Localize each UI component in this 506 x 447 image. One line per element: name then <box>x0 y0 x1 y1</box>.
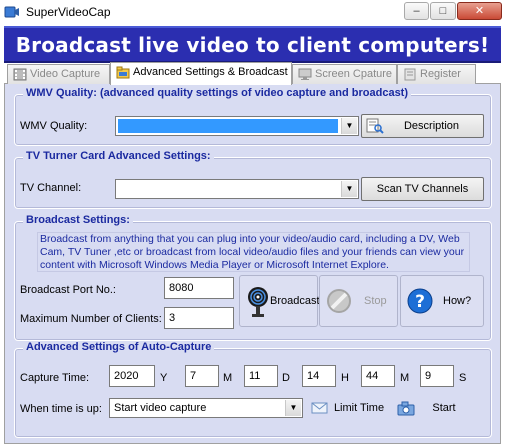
when-time-up-value: Start video capture <box>114 402 207 414</box>
hour-unit: H <box>341 372 349 384</box>
banner: Broadcast live video to client computers… <box>4 26 501 63</box>
group-legend: TV Turner Card Advanced Settings: <box>23 150 214 162</box>
tab-label: Advanced Settings & Broadcast <box>133 66 288 78</box>
help-icon: ? <box>407 288 433 314</box>
tab-register[interactable]: Register <box>397 64 476 84</box>
group-legend: WMV Quality: (advanced quality settings … <box>23 87 412 99</box>
chevron-down-icon[interactable]: ▼ <box>285 400 301 416</box>
how-button-label: How? <box>443 295 472 307</box>
window-title: SuperVideoCap <box>26 5 111 19</box>
selection-highlight <box>118 119 338 133</box>
stop-button-label: Stop <box>364 295 387 307</box>
when-time-up-label: When time is up: <box>20 403 102 415</box>
tv-channel-select[interactable]: ▼ <box>115 179 359 199</box>
tab-video-capture[interactable]: Video Capture <box>7 64 110 84</box>
auto-capture-group: Advanced Settings of Auto-Capture <box>14 341 492 438</box>
hour-input[interactable]: 14 <box>302 365 336 387</box>
monitor-icon <box>298 68 312 80</box>
scan-button-label: Scan TV Channels <box>376 183 469 195</box>
title-bar: SuperVideoCap – □ ✕ <box>0 0 506 24</box>
app-icon <box>4 6 19 18</box>
film-icon <box>13 68 27 81</box>
stop-icon <box>327 289 351 313</box>
second-input[interactable]: 9 <box>420 365 454 387</box>
when-time-up-select[interactable]: Start video capture ▼ <box>109 398 303 418</box>
description-button-label: Description <box>403 120 460 132</box>
description-button[interactable]: Description <box>361 114 484 138</box>
max-clients-input[interactable]: 3 <box>164 307 234 329</box>
tab-label: Screen Cpature <box>315 68 393 80</box>
port-input[interactable]: 8080 <box>164 277 234 299</box>
year-unit: Y <box>160 372 168 384</box>
close-button[interactable]: ✕ <box>457 2 502 20</box>
minute-unit: M <box>400 372 410 384</box>
capture-time-label: Capture Time: <box>20 372 90 384</box>
how-button[interactable]: ? How? <box>400 275 484 327</box>
broadcast-button[interactable]: Broadcast <box>239 275 320 327</box>
envelope-icon <box>311 402 328 414</box>
svg-text:?: ? <box>415 292 425 312</box>
stop-button[interactable]: Stop <box>319 275 398 327</box>
broadcast-info-text: Broadcast from anything that you can plu… <box>37 232 470 272</box>
minimize-button[interactable]: – <box>404 2 429 20</box>
register-icon <box>404 68 416 81</box>
day-input[interactable]: 11 <box>244 365 278 387</box>
camera-icon <box>397 401 415 416</box>
group-legend: Advanced Settings of Auto-Capture <box>23 341 215 353</box>
folder-icon <box>116 66 130 79</box>
magnifier-document-icon <box>366 118 384 134</box>
broadcast-antenna-icon <box>248 287 268 317</box>
day-unit: D <box>282 372 290 384</box>
tab-screen-capture[interactable]: Screen Cpature <box>292 64 397 84</box>
tab-label: Register <box>420 68 461 80</box>
start-button[interactable]: Start <box>392 396 484 420</box>
banner-text: Broadcast live video to client computers… <box>15 33 490 57</box>
chevron-down-icon[interactable]: ▼ <box>341 118 357 134</box>
scan-tv-channels-button[interactable]: Scan TV Channels <box>361 177 484 201</box>
app-window: SuperVideoCap – □ ✕ Broadcast live video… <box>0 0 506 447</box>
month-unit: M <box>223 372 233 384</box>
tab-advanced-settings[interactable]: Advanced Settings & Broadcast <box>110 62 292 85</box>
chevron-down-icon[interactable]: ▼ <box>341 181 357 197</box>
month-input[interactable]: 7 <box>185 365 219 387</box>
limit-time-label: Limit Time <box>333 402 385 414</box>
second-unit: S <box>459 372 467 384</box>
group-legend: Broadcast Settings: <box>23 214 133 226</box>
tv-channel-label: TV Channel: <box>20 182 82 194</box>
year-input[interactable]: 2020 <box>109 365 155 387</box>
max-clients-label: Maximum Number of Clients: <box>20 313 162 325</box>
minute-input[interactable]: 44 <box>361 365 395 387</box>
start-button-label: Start <box>432 402 456 414</box>
limit-time-button[interactable]: Limit Time <box>306 396 390 420</box>
settings-panel: WMV Quality: (advanced quality settings … <box>4 84 501 444</box>
port-label: Broadcast Port No.: <box>20 284 116 296</box>
wmv-quality-label: WMV Quality: <box>20 120 88 132</box>
tab-label: Video Capture <box>30 68 101 80</box>
tab-strip: Video Capture Advanced Settings & Broadc… <box>4 62 501 85</box>
broadcast-button-label: Broadcast <box>270 295 320 307</box>
maximize-button[interactable]: □ <box>430 2 456 20</box>
wmv-quality-select[interactable]: ▼ <box>115 116 359 136</box>
